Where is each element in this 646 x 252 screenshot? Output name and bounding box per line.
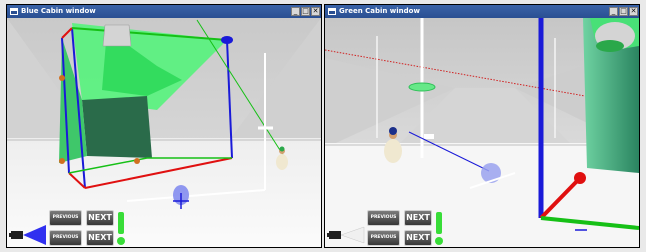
previous-button[interactable]: PREVIOUS — [49, 230, 82, 246]
exclamation-icon — [117, 212, 125, 245]
title-bar[interactable]: Green Cabin window _ □ ✕ — [325, 5, 639, 18]
next-button[interactable]: NEXT — [404, 210, 432, 226]
close-button[interactable]: ✕ — [311, 7, 320, 16]
title-bar[interactable]: Blue Cabin window _ □ ✕ — [7, 5, 321, 18]
previous-button[interactable]: PREVIOUS — [367, 230, 400, 246]
window-title: Blue Cabin window — [21, 7, 96, 15]
window-title: Green Cabin window — [339, 7, 420, 15]
blue-cabin-window: Blue Cabin window _ □ ✕ PREVIOUS NEXT PR… — [6, 4, 322, 248]
3d-viewport[interactable]: PREVIOUS NEXT PREVIOUS NEXT — [7, 18, 321, 247]
minimize-button[interactable]: _ — [291, 7, 300, 16]
maximize-button[interactable]: □ — [619, 7, 628, 16]
close-button[interactable]: ✕ — [629, 7, 638, 16]
flashlight-icon — [327, 226, 365, 244]
hud-overlay: PREVIOUS NEXT PREVIOUS NEXT — [325, 18, 639, 247]
hud-overlay: PREVIOUS NEXT PREVIOUS NEXT — [7, 18, 321, 247]
exclamation-icon — [435, 212, 443, 245]
maximize-button[interactable]: □ — [301, 7, 310, 16]
previous-button[interactable]: PREVIOUS — [49, 210, 82, 226]
next-button[interactable]: NEXT — [86, 230, 114, 246]
3d-viewport[interactable]: PREVIOUS NEXT PREVIOUS NEXT — [325, 18, 639, 247]
minimize-button[interactable]: _ — [609, 7, 618, 16]
next-button[interactable]: NEXT — [86, 210, 114, 226]
next-button[interactable]: NEXT — [404, 230, 432, 246]
green-cabin-window: Green Cabin window _ □ ✕ PREVIOUS NEXT P… — [324, 4, 640, 248]
window-icon — [328, 8, 336, 15]
previous-button[interactable]: PREVIOUS — [367, 210, 400, 226]
flashlight-icon — [9, 225, 46, 245]
window-icon — [10, 8, 18, 15]
